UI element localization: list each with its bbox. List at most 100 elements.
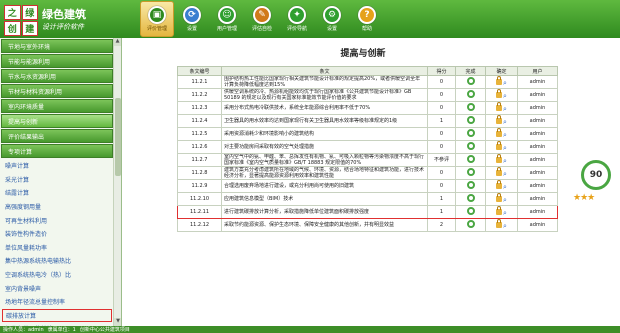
row-confirm[interactable]: ⌕ [485, 75, 518, 89]
toolbar-button-3[interactable]: ✎ 评估自检 [245, 1, 279, 37]
complete-ring-icon[interactable] [466, 181, 475, 189]
row-confirm[interactable]: ⌕ [485, 101, 518, 115]
row-confirm[interactable]: ⌕ [485, 205, 518, 219]
complete-ring-icon[interactable] [466, 90, 475, 98]
scroll-thumb[interactable] [115, 98, 121, 176]
sidebar-group-7[interactable]: 专项计算 [1, 144, 113, 158]
row-complete[interactable] [455, 166, 486, 180]
row-confirm[interactable]: ⌕ [485, 192, 518, 206]
lock-icon[interactable] [496, 76, 503, 85]
row-confirm[interactable]: ⌕ [485, 166, 518, 180]
sidebar-group-0[interactable]: 节地与室外环境 [1, 39, 113, 53]
table-row[interactable]: 11.2.1 围护结构热工性能比国家现行相关建筑节能设计标准的规定提高20%，或者… [177, 75, 558, 89]
row-complete[interactable] [455, 101, 486, 115]
row-confirm[interactable]: ⌕ [485, 88, 518, 102]
table-row[interactable]: 11.2.9 合理选用废弃场地进行建设，或充分利用尚可使用的旧建筑 0 ⌕ admin [177, 179, 558, 193]
row-confirm[interactable]: ⌕ [485, 114, 518, 128]
complete-ring-icon[interactable] [466, 220, 475, 228]
sidebar-group-1[interactable]: 节能与能源利用 [1, 54, 113, 68]
search-icon[interactable]: ⌕ [503, 118, 507, 126]
table-row[interactable]: 11.2.5 采用资源消耗少和环境影响小的建筑结构 0 ⌕ admin [177, 127, 558, 141]
complete-ring-icon[interactable] [466, 77, 475, 85]
complete-ring-icon[interactable] [466, 103, 475, 111]
complete-ring-icon[interactable] [466, 142, 475, 150]
search-icon[interactable]: ⌕ [503, 105, 507, 113]
toolbar-button-4[interactable]: ✦ 评价导航 [280, 1, 314, 37]
table-row[interactable]: 11.2.4 卫生器具的用水效率均达到国家现行有关卫生器具用水效率等级标准规定的1… [177, 114, 558, 128]
complete-ring-icon[interactable] [466, 129, 475, 137]
sidebar-group-5[interactable]: 提高与创新 [1, 114, 113, 128]
lock-icon[interactable] [496, 141, 503, 150]
sidebar-item-3[interactable]: 高强度钢用量 [0, 200, 114, 214]
toolbar-button-2[interactable]: ☺ 用户管理 [210, 1, 244, 37]
search-icon[interactable]: ⌕ [503, 157, 507, 165]
sidebar-item-9[interactable]: 室内背景噪声 [0, 281, 114, 295]
sidebar-item-6[interactable]: 单位风量耗功率 [0, 241, 114, 255]
lock-icon[interactable] [496, 180, 503, 189]
search-icon[interactable]: ⌕ [503, 79, 507, 87]
row-complete[interactable] [455, 218, 486, 232]
complete-ring-icon[interactable] [466, 207, 475, 215]
row-confirm[interactable]: ⌕ [485, 127, 518, 141]
lock-icon[interactable] [496, 167, 503, 176]
lock-icon[interactable] [496, 219, 503, 228]
table-row[interactable]: 11.2.11 进行建筑碳排放计算分析，采取措施降低单位建筑面积碳排放强度 1 ⌕ ad… [177, 205, 558, 219]
sidebar-group-2[interactable]: 节水与水资源利用 [1, 69, 113, 83]
sidebar-group-3[interactable]: 节材与材料资源利用 [1, 84, 113, 98]
search-icon[interactable]: ⌕ [503, 183, 507, 191]
search-icon[interactable]: ⌕ [503, 170, 507, 178]
row-complete[interactable] [455, 205, 486, 219]
row-complete[interactable] [455, 192, 486, 206]
toolbar-button-6[interactable]: ? 帮助 [350, 1, 384, 37]
row-complete[interactable] [455, 179, 486, 193]
complete-ring-icon[interactable] [466, 168, 475, 176]
lock-icon[interactable] [496, 128, 503, 137]
sidebar-item-5[interactable]: 装饰性构件造价 [0, 227, 114, 241]
search-icon[interactable]: ⌕ [503, 92, 507, 100]
search-icon[interactable]: ⌕ [503, 144, 507, 152]
complete-ring-icon[interactable] [466, 116, 475, 124]
complete-ring-icon[interactable] [466, 155, 475, 163]
sidebar-item-10[interactable]: 场地年径流总量控制率 [0, 295, 114, 309]
sidebar-group-6[interactable]: 评价结果输出 [1, 129, 113, 143]
row-confirm[interactable]: ⌕ [485, 179, 518, 193]
search-icon[interactable]: ⌕ [503, 222, 507, 230]
sidebar-item-0[interactable]: 噪声计算 [0, 159, 114, 173]
search-icon[interactable]: ⌕ [503, 196, 507, 204]
sidebar-item-8[interactable]: 空调系统热电冷（热）比 [0, 268, 114, 282]
scroll-down-icon[interactable]: ▼ [114, 318, 121, 326]
lock-icon[interactable] [496, 206, 503, 215]
row-complete[interactable] [455, 140, 486, 154]
table-row[interactable]: 11.2.2 供暖空调系统的冷、热源机组能效均优于现行国家标准《公共建筑节能设计标… [177, 88, 558, 102]
toolbar-button-1[interactable]: ⟳ 设置 [175, 1, 209, 37]
sidebar-item-11[interactable]: 碳排放计算 [2, 308, 112, 323]
complete-ring-icon[interactable] [466, 194, 475, 202]
lock-icon[interactable] [496, 102, 503, 111]
table-row[interactable]: 11.2.8 建筑方案充分考虑建筑所在地域的气候、环境、资源，结合场地特征和建筑功… [177, 166, 558, 180]
table-row[interactable]: 11.2.10 应用建筑信息模型（BIM）技术 1 ⌕ admin [177, 192, 558, 206]
lock-icon[interactable] [496, 154, 503, 163]
row-complete[interactable] [455, 114, 486, 128]
lock-icon[interactable] [496, 89, 503, 98]
row-confirm[interactable]: ⌕ [485, 140, 518, 154]
sidebar-scrollbar[interactable]: ▲ ▼ [113, 38, 121, 326]
lock-icon[interactable] [496, 115, 503, 124]
table-row[interactable]: 11.2.12 采取节约能源资源、保护生态环境、保障安全健康的其他创新，并有明显效… [177, 218, 558, 232]
sidebar-item-7[interactable]: 集中热源系统热电输热比 [0, 254, 114, 268]
toolbar-button-5[interactable]: ⚙ 设置 [315, 1, 349, 37]
row-confirm[interactable]: ⌕ [485, 153, 518, 167]
row-complete[interactable] [455, 75, 486, 89]
sidebar-item-2[interactable]: 结露计算 [0, 186, 114, 200]
search-icon[interactable]: ⌕ [503, 131, 507, 139]
sidebar-item-1[interactable]: 采光计算 [0, 173, 114, 187]
row-complete[interactable] [455, 88, 486, 102]
sidebar-group-4[interactable]: 室内环境质量 [1, 99, 113, 113]
table-row[interactable]: 11.2.6 对主要功能房间采取有效的空气处理措施 0 ⌕ admin [177, 140, 558, 154]
row-complete[interactable] [455, 127, 486, 141]
search-icon[interactable]: ⌕ [503, 209, 507, 217]
sidebar-item-4[interactable]: 可再生材料利用 [0, 213, 114, 227]
table-row[interactable]: 11.2.7 室内空气中的氨、甲醛、苯、总挥发性有机物、氡、可吸入颗粒物等污染物浓… [177, 153, 558, 167]
scroll-up-icon[interactable]: ▲ [114, 38, 121, 46]
table-row[interactable]: 11.2.3 采用分布式热电冷联供技术，系统全年能源综合利用率不低于70% 0 ⌕ ad… [177, 101, 558, 115]
toolbar-button-0[interactable]: ▣ 评价管理 [140, 1, 174, 37]
